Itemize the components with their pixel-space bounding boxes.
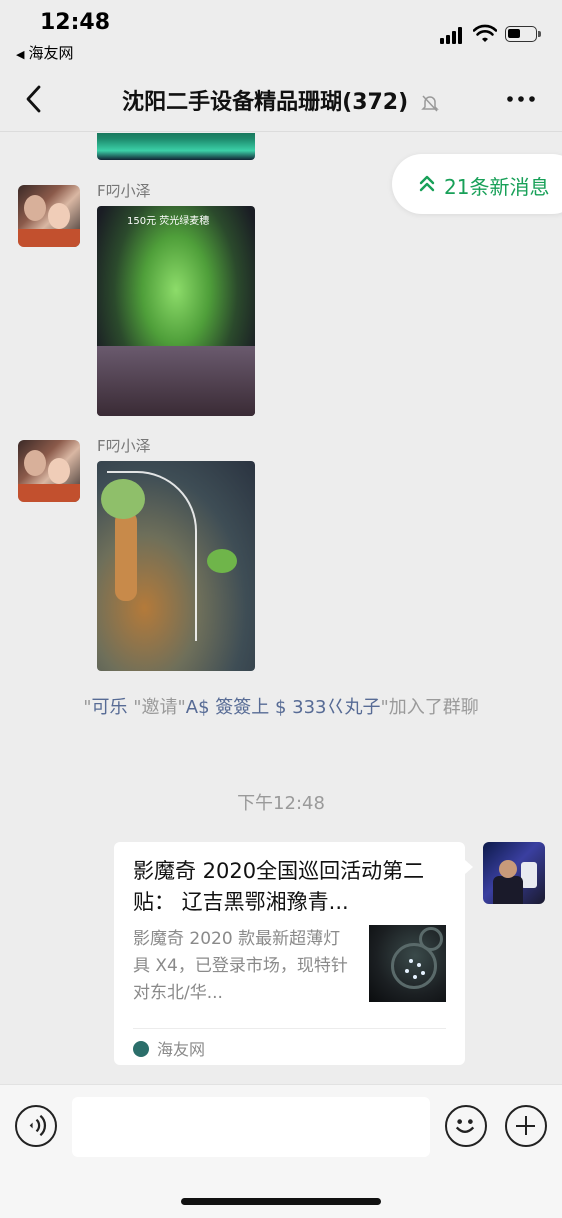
message-timestamp: 下午12:48 bbox=[237, 793, 325, 814]
chat-title: 沈阳二手设备精品珊瑚(372) bbox=[0, 84, 562, 116]
voice-icon[interactable] bbox=[15, 1105, 57, 1147]
double-chevron-up-icon bbox=[419, 175, 435, 192]
my-avatar[interactable] bbox=[483, 842, 545, 904]
image-message[interactable] bbox=[97, 461, 255, 671]
card-source: 海友网 bbox=[133, 1036, 205, 1060]
card-thumbnail bbox=[369, 925, 446, 1002]
image-message-partial[interactable] bbox=[97, 133, 255, 160]
new-messages-label: 21条新消息 bbox=[444, 175, 550, 199]
back-triangle-icon: ◀ bbox=[16, 48, 25, 61]
card-source-label: 海友网 bbox=[157, 1040, 206, 1059]
chat-header: 沈阳二手设备精品珊瑚(372) bbox=[0, 66, 562, 132]
more-dots-icon[interactable] bbox=[506, 90, 536, 108]
message-input[interactable] bbox=[72, 1097, 430, 1157]
status-bar: 12:48 ◀ 海友网 bbox=[0, 0, 562, 66]
back-to-app-link[interactable]: ◀ 海友网 bbox=[16, 42, 73, 63]
plus-icon[interactable] bbox=[505, 1105, 547, 1147]
status-time: 12:48 bbox=[40, 10, 111, 35]
user-link[interactable]: A$ 簽簽上 $ 333巜丸子 bbox=[186, 697, 381, 718]
card-divider bbox=[133, 1028, 446, 1029]
sender-avatar[interactable] bbox=[18, 185, 80, 247]
signal-icon bbox=[440, 26, 466, 44]
card-description: 影魔奇 2020 款最新超薄灯具 X4，已登录市场，现特针对东北/华... bbox=[133, 929, 348, 1003]
sender-name: F叼小泽 bbox=[97, 182, 151, 200]
new-messages-button[interactable]: 21条新消息 bbox=[392, 154, 562, 214]
emoji-icon[interactable] bbox=[445, 1105, 487, 1147]
link-card-message[interactable]: 影魔奇 2020全国巡回活动第二贴： 辽吉黑鄂湘豫青... 影魔奇 2020 款… bbox=[114, 842, 473, 1065]
chat-message-list[interactable]: F叼小泽 150元 荧光绿麦穗 F叼小泽 "可乐 "邀请"A$ 簽簽上 $ 33… bbox=[0, 133, 562, 1084]
image-caption-text: 150元 荧光绿麦穗 bbox=[127, 216, 210, 227]
image-message[interactable]: 150元 荧光绿麦穗 bbox=[97, 206, 255, 416]
source-logo-icon bbox=[133, 1041, 149, 1057]
card-title: 影魔奇 2020全国巡回活动第二贴： 辽吉黑鄂湘豫青... bbox=[133, 859, 425, 914]
sender-avatar[interactable] bbox=[18, 440, 80, 502]
system-join-message: "可乐 "邀请"A$ 簽簽上 $ 333巜丸子"加入了群聊 bbox=[83, 697, 479, 718]
mute-bell-icon bbox=[421, 95, 439, 112]
home-indicator[interactable] bbox=[181, 1198, 381, 1205]
chat-title-text: 沈阳二手设备精品珊瑚(372) bbox=[122, 90, 409, 115]
sender-name: F叼小泽 bbox=[97, 437, 151, 455]
back-app-label: 海友网 bbox=[28, 44, 74, 62]
wifi-icon bbox=[473, 24, 497, 42]
user-link[interactable]: 可乐 bbox=[91, 697, 127, 718]
battery-icon bbox=[505, 26, 541, 42]
